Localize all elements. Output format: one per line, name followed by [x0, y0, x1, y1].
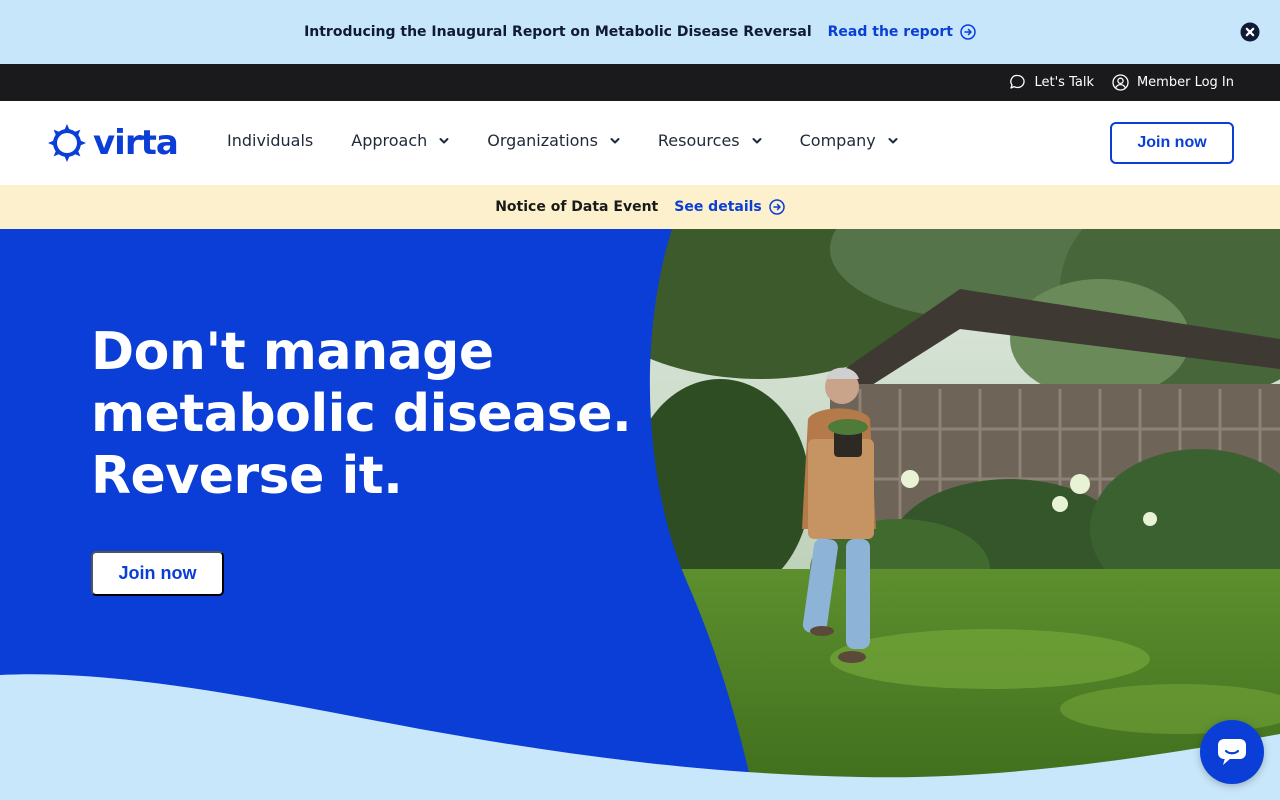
nav-item-label: Organizations	[487, 131, 598, 150]
chevron-down-icon	[752, 137, 762, 143]
lets-talk-link[interactable]: Let's Talk	[1009, 74, 1094, 91]
arrow-circle-icon	[960, 24, 976, 40]
chat-widget-button[interactable]	[1200, 720, 1264, 784]
hero-background	[0, 229, 1280, 800]
user-circle-icon	[1112, 74, 1129, 91]
chevron-down-icon	[439, 137, 449, 143]
arrow-circle-icon	[769, 199, 785, 215]
nav-item-label: Approach	[351, 131, 428, 150]
nav-item-individuals[interactable]: Individuals	[227, 131, 313, 150]
join-now-nav-button[interactable]: Join now	[1110, 122, 1234, 164]
chevron-down-icon	[610, 137, 620, 143]
read-report-label: Read the report	[827, 24, 953, 40]
member-login-label: Member Log In	[1136, 75, 1234, 90]
headline-line: Reverse it.	[91, 446, 403, 506]
nav-item-label: Resources	[657, 131, 740, 150]
announcement-text: Introducing the Inaugural Report on Meta…	[304, 24, 812, 40]
see-details-link[interactable]: See details	[674, 199, 785, 215]
headline-line: metabolic disease.	[91, 384, 632, 444]
close-icon[interactable]	[1240, 22, 1260, 42]
hero-headline-block: Don't manage metabolic disease. Reverse …	[91, 321, 651, 507]
nav-item-approach[interactable]: Approach	[351, 131, 449, 150]
nav-item-resources[interactable]: Resources	[658, 131, 762, 150]
notice-text: Notice of Data Event	[495, 199, 659, 215]
hero-section: Don't manage metabolic disease. Reverse …	[0, 229, 1280, 800]
notice-bar: Notice of Data Event See details	[0, 185, 1280, 229]
sun-logo-icon	[48, 124, 86, 162]
logo-wordmark: virta	[93, 123, 179, 163]
headline-line: Don't manage	[91, 322, 494, 382]
nav-item-company[interactable]: Company	[800, 131, 898, 150]
chat-icon	[1218, 739, 1246, 765]
nav-menu: Individuals Approach Organizations Resou…	[227, 131, 936, 150]
utility-bar: Let's Talk Member Log In	[0, 64, 1280, 101]
nav-item-label: Company	[799, 131, 876, 150]
see-details-label: See details	[674, 199, 762, 215]
virta-logo[interactable]: virta	[47, 123, 179, 163]
hero-headline: Don't manage metabolic disease. Reverse …	[91, 321, 651, 507]
chevron-down-icon	[888, 137, 898, 143]
chat-bubble-icon	[1010, 74, 1026, 89]
join-now-hero-button[interactable]: Join now	[91, 551, 224, 596]
main-nav: virta Individuals Approach Organizations…	[0, 101, 1280, 185]
read-report-link[interactable]: Read the report	[828, 24, 976, 40]
member-login-link[interactable]: Member Log In	[1112, 74, 1234, 91]
nav-item-label: Individuals	[227, 131, 314, 150]
nav-item-organizations[interactable]: Organizations	[487, 131, 620, 150]
lets-talk-label: Let's Talk	[1034, 75, 1094, 90]
announcement-bar: Introducing the Inaugural Report on Meta…	[0, 0, 1280, 64]
